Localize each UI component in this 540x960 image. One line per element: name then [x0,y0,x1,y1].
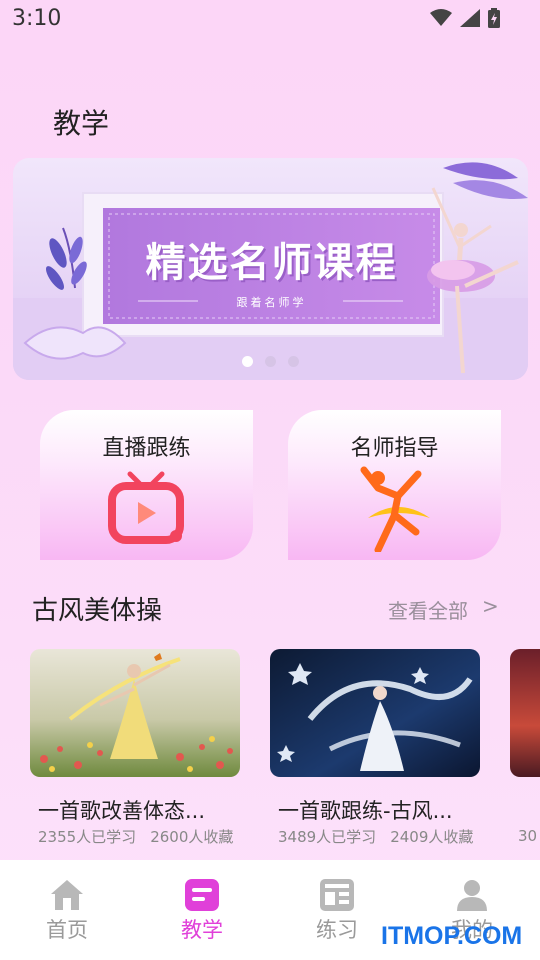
card-title: 名师指导 [350,436,439,461]
banner-subline: 跟着名师学 [236,296,307,309]
video-title: 一首歌改善体态... [38,799,206,823]
video-stats: 3489人已学习 2409人收藏 [278,826,473,847]
teacher-guidance-card[interactable]: 名师指导 [288,410,501,560]
section-title: 古风美体操 [32,596,163,626]
teaching-icon [185,879,219,911]
pagination-dot[interactable] [265,356,276,367]
learned-count: 2355人已学习 [38,828,137,846]
chevron-right-icon[interactable]: > [482,594,499,618]
banner-pagination [13,356,528,367]
status-bar: 3:10 [0,0,540,40]
signal-icon [460,9,480,27]
tab-teaching[interactable]: 教学 [152,878,252,944]
wifi-icon [430,9,452,26]
pagination-dot[interactable] [288,356,299,367]
tab-practice[interactable]: 练习 [287,878,387,944]
dancer-icon [360,466,430,552]
watermark: ITMOP.COM [381,922,523,950]
tab-label: 首页 [46,918,88,942]
practice-icon [320,879,354,911]
video-thumbnail-image [270,649,480,777]
video-card[interactable]: 一首歌跟练-古风... 3489人已学习 2409人收藏 [270,649,480,846]
video-thumbnail-partial[interactable] [510,649,540,777]
video-thumbnail-image [30,649,240,777]
tv-icon [108,471,184,544]
live-follow-card[interactable]: 直播跟练 [40,410,253,560]
favorite-count: 2409人收藏 [390,828,474,846]
banner-headline: 精选名师课程 [145,240,398,286]
profile-icon [457,880,487,911]
tab-label: 练习 [316,918,358,942]
tab-label: 教学 [181,918,223,942]
video-stats: 2355人已学习 2600人收藏 [38,826,233,847]
see-all-link[interactable]: 查看全部 [388,595,468,624]
battery-icon [488,8,500,28]
banner-carousel[interactable]: 精选名师课程 跟着名师学 [13,158,528,380]
home-icon [51,880,83,910]
tab-home[interactable]: 首页 [17,878,117,944]
video-stats-partial: 30 [518,827,538,845]
video-thumbnail[interactable] [30,649,240,777]
status-icons [430,8,500,28]
page-title: 教学 [53,107,110,140]
card-title: 直播跟练 [102,436,191,461]
favorite-count: 2600人收藏 [150,828,234,846]
video-thumbnail[interactable] [270,649,480,777]
video-card[interactable]: 一首歌改善体态... 2355人已学习 2600人收藏 [30,649,240,846]
pagination-dot-active[interactable] [242,356,253,367]
status-time: 3:10 [12,6,62,31]
video-title: 一首歌跟练-古风... [278,799,453,823]
learned-count: 3489人已学习 [278,828,377,846]
